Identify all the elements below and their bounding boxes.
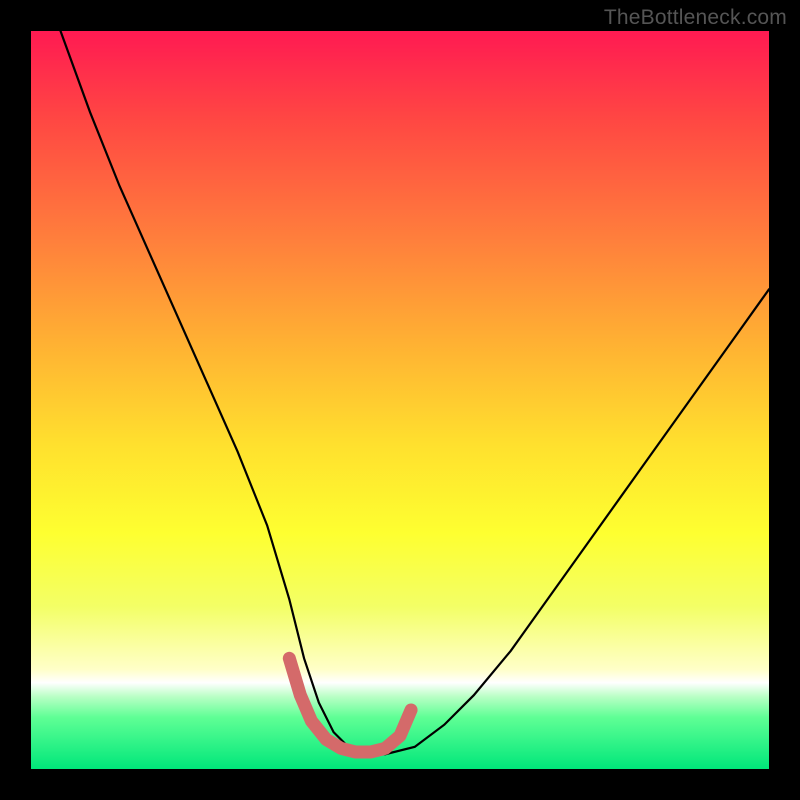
- plot-area: [31, 31, 769, 769]
- watermark-text: TheBottleneck.com: [604, 6, 787, 30]
- optimal-zone-overlay: [289, 658, 411, 752]
- chart-frame: TheBottleneck.com: [0, 0, 800, 800]
- curve-svg: [31, 31, 769, 769]
- bottleneck-curve: [61, 31, 769, 754]
